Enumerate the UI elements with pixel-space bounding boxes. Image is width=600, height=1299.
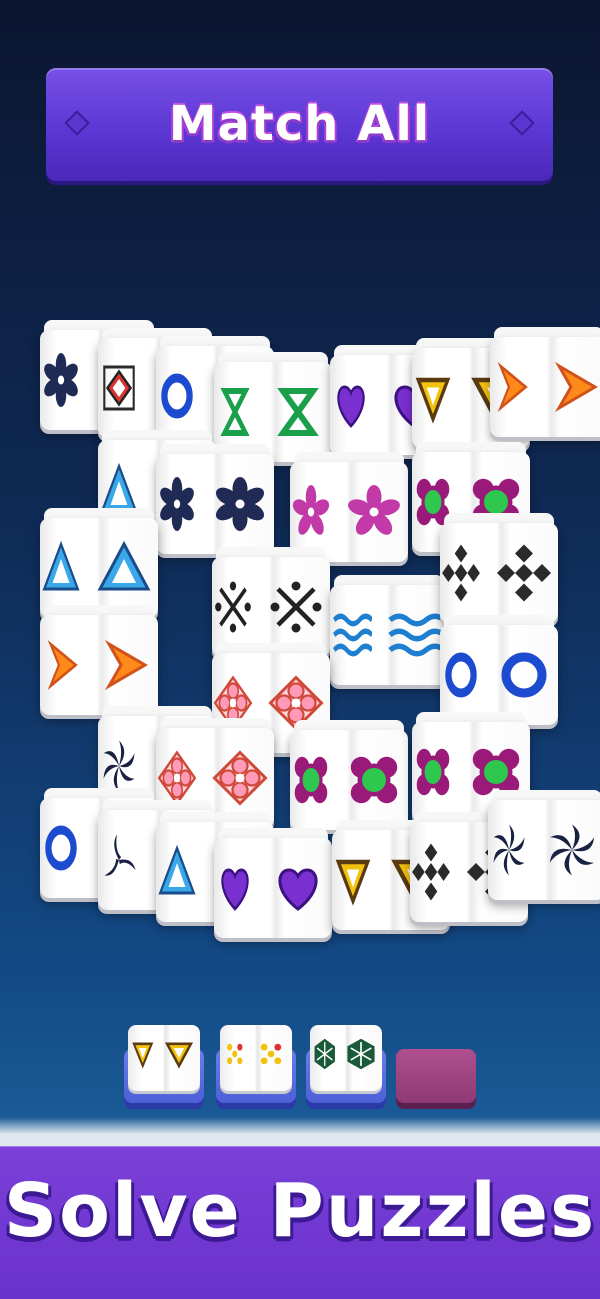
blue-wave-icon (330, 605, 374, 665)
mahjong-tile[interactable] (490, 327, 600, 437)
diamond-square-icon (98, 358, 140, 418)
tile-stack (0, 0, 600, 1000)
mahjong-tile[interactable] (40, 508, 158, 618)
blue-ring-icon (156, 366, 198, 426)
mahjong-tile[interactable] (214, 828, 332, 938)
orange-chevron-icon (94, 635, 154, 695)
green-circle-flower-icon (290, 750, 332, 810)
dice-dots-icon (254, 1037, 288, 1071)
pink-ornament-icon (156, 748, 198, 808)
navy-flower-icon (40, 350, 82, 410)
yellow-triangle-icon (412, 368, 454, 428)
triskelion-icon (98, 830, 140, 890)
mahjong-tile[interactable] (156, 444, 274, 554)
tray-tile (128, 1025, 200, 1091)
purple-heart-icon (214, 858, 256, 918)
pink-ornament-icon (210, 748, 270, 808)
tray-tile (220, 1025, 292, 1091)
mahjong-tile[interactable] (440, 513, 558, 623)
tile-tray (124, 1025, 484, 1110)
mahjong-tile[interactable] (330, 575, 448, 685)
pink-flower-icon (290, 482, 332, 542)
orange-chevron-icon (544, 357, 600, 417)
tray-tile (310, 1025, 382, 1091)
navy-flower-icon (210, 474, 270, 534)
orange-chevron-icon (40, 635, 82, 695)
orange-chevron-icon (490, 357, 532, 417)
green-snowflake-icon (312, 1037, 338, 1071)
green-circle-flower-icon (344, 750, 404, 810)
dark-diamond-cross-icon (494, 543, 554, 603)
dark-x-icon (266, 577, 326, 637)
green-circle-flower-icon (412, 742, 454, 802)
mahjong-tile[interactable] (488, 790, 600, 900)
mahjong-tile[interactable] (212, 547, 330, 657)
dark-x-icon (212, 577, 254, 637)
green-snowflake-icon (344, 1037, 378, 1071)
yellow-triangle-icon (162, 1037, 196, 1071)
pinwheel-icon (488, 820, 530, 880)
dark-diamond-cross-icon (410, 842, 452, 902)
pinwheel-icon (98, 736, 140, 796)
yellow-triangle-icon (332, 850, 374, 910)
mahjong-tile[interactable] (440, 615, 558, 725)
blue-ring-icon (440, 645, 482, 705)
mahjong-tile[interactable] (40, 605, 158, 715)
purple-heart-icon (268, 858, 328, 918)
pinwheel-icon (542, 820, 600, 880)
blue-triangle-icon (94, 538, 154, 598)
blue-ring-icon (40, 818, 82, 878)
dark-diamond-cross-icon (440, 543, 482, 603)
promo-caption: Solve Puzzles (3, 1168, 597, 1254)
green-hourglass-icon (268, 382, 328, 442)
tray-slot (396, 1049, 476, 1103)
blue-triangle-icon (156, 842, 198, 902)
mahjong-tile[interactable] (290, 720, 408, 830)
yellow-triangle-icon (130, 1037, 156, 1071)
blue-triangle-icon (40, 538, 82, 598)
purple-heart-icon (330, 375, 372, 435)
dice-dots-icon (222, 1037, 248, 1071)
pink-flower-icon (344, 482, 404, 542)
green-hourglass-icon (214, 382, 256, 442)
blue-ring-icon (494, 645, 554, 705)
navy-flower-icon (156, 474, 198, 534)
blue-wave-icon (384, 605, 446, 665)
